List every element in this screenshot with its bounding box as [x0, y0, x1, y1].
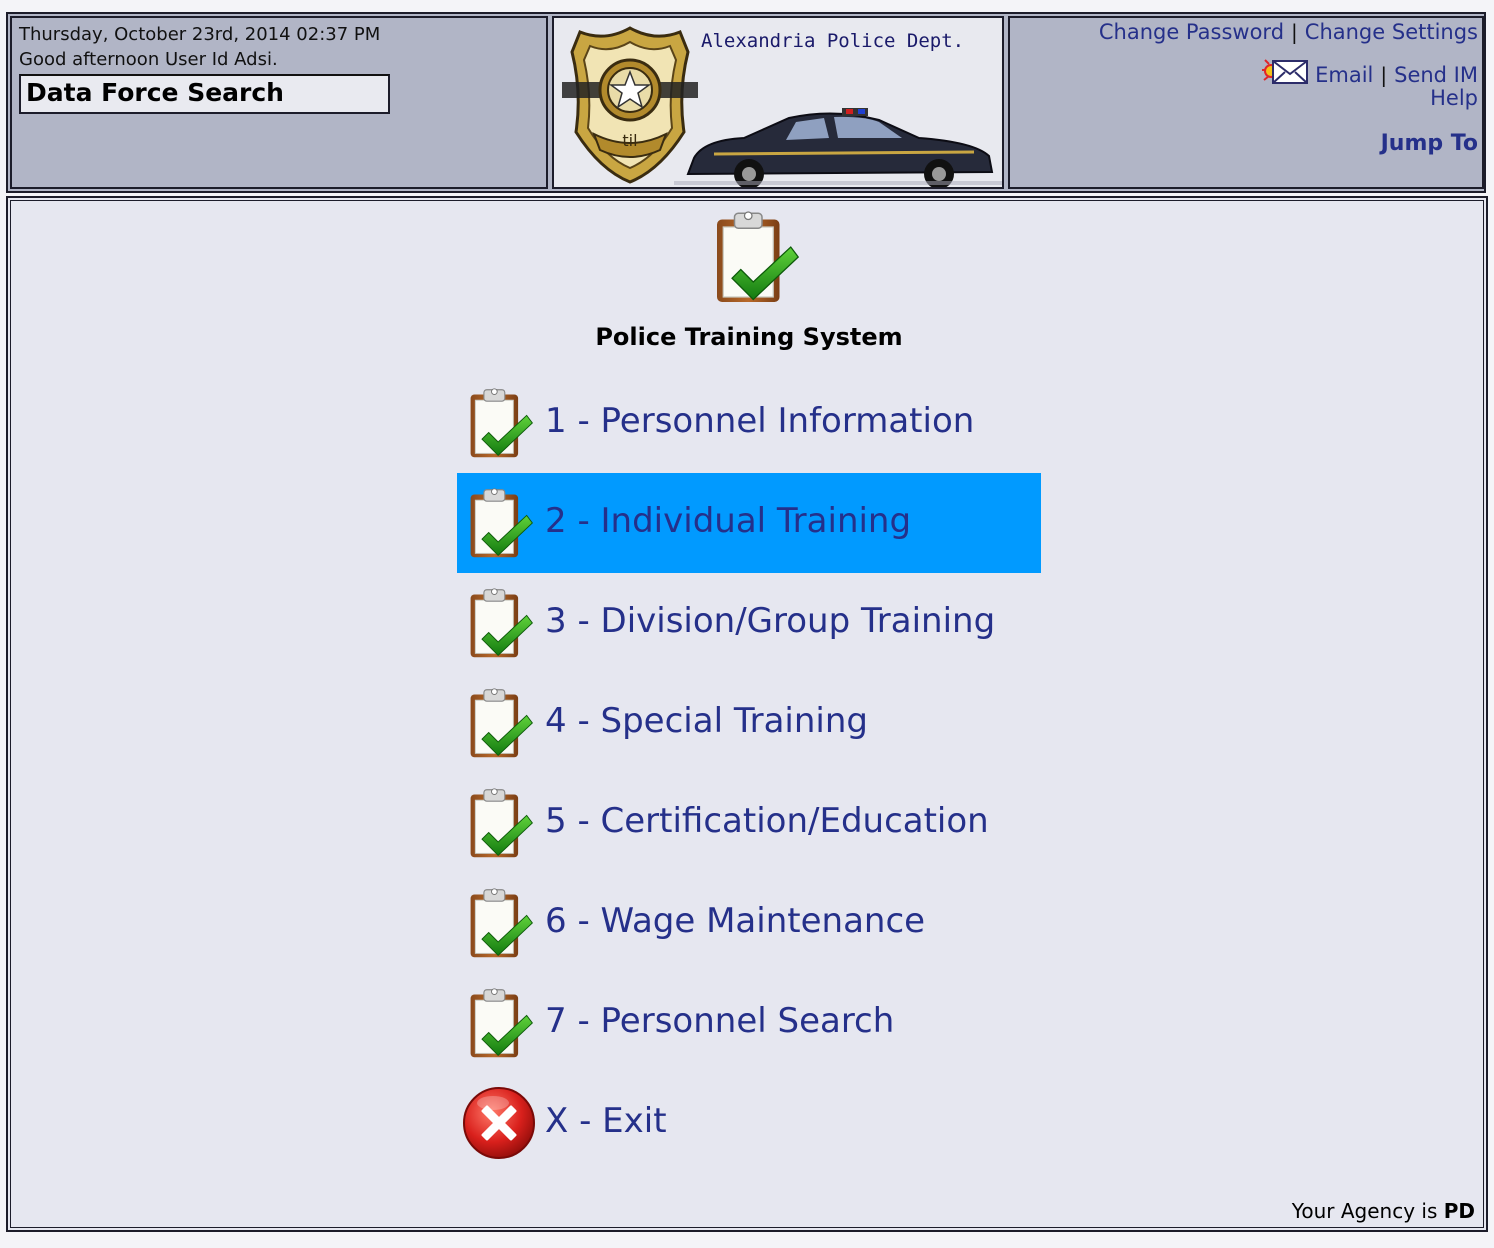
agency-label: Your Agency is: [1291, 1199, 1438, 1223]
clipboard-check-icon: [467, 885, 535, 961]
header-links-panel: Change Password | Change Settings Email | Se…: [1008, 16, 1484, 189]
link-separator: |: [1291, 20, 1298, 44]
header-session-panel: Thursday, October 23rd, 2014 02:37 PM Go…: [10, 16, 548, 189]
main-panel: Police Training System 1 - Personnel Inf…: [6, 196, 1488, 1232]
clipboard-check-icon: [467, 485, 535, 561]
new-mail-icon[interactable]: [1261, 58, 1309, 93]
menu-item-label: 5 - Certification/Education: [545, 801, 989, 841]
system-title: Police Training System: [595, 323, 903, 351]
app-title: Data Force Search: [19, 74, 390, 114]
menu-item-division-group-training[interactable]: 3 - Division/Group Training: [457, 573, 1041, 673]
current-datetime: Thursday, October 23rd, 2014 02:37 PM: [19, 24, 381, 45]
menu-item-label: 1 - Personnel Information: [545, 401, 975, 441]
menu-item-certification-education[interactable]: 5 - Certification/Education: [457, 773, 1041, 873]
send-im-link[interactable]: Send IM: [1394, 63, 1478, 87]
user-greeting: Good afternoon User Id Adsi.: [19, 49, 278, 70]
menu-item-label: 6 - Wage Maintenance: [545, 901, 926, 941]
email-link[interactable]: Email: [1315, 63, 1373, 87]
svg-text:til: til: [622, 131, 637, 150]
menu-item-label: 4 - Special Training: [545, 701, 868, 741]
menu-item-personnel-search[interactable]: 7 - Personnel Search: [457, 973, 1041, 1073]
menu-item-label: 7 - Personnel Search: [545, 1001, 895, 1041]
menu-item-label: X - Exit: [545, 1101, 667, 1141]
help-link[interactable]: Help: [1430, 86, 1478, 110]
clipboard-check-icon: [467, 785, 535, 861]
menu-item-personnel-information[interactable]: 1 - Personnel Information: [457, 373, 1041, 473]
help-row: Help: [1430, 86, 1478, 110]
menu-item-label: 2 - Individual Training: [545, 501, 912, 541]
department-banner: til Alexandria Police Dept.: [552, 16, 1004, 189]
clipboard-check-icon: [467, 685, 535, 761]
clipboard-check-icon: [467, 985, 535, 1061]
jump-to-row: Jump To: [1381, 131, 1478, 156]
menu-item-wage-maintenance[interactable]: 6 - Wage Maintenance: [457, 873, 1041, 973]
police-car-image: [674, 108, 1002, 187]
change-settings-link[interactable]: Change Settings: [1305, 20, 1478, 44]
menu-item-label: 3 - Division/Group Training: [545, 601, 996, 641]
agency-code: PD: [1443, 1199, 1475, 1223]
agency-indicator: Your Agency is PD: [1292, 1199, 1475, 1223]
exit-x-icon: [463, 1087, 535, 1159]
clipboard-check-icon: [467, 585, 535, 661]
main-menu: 1 - Personnel Information 2 - Individual…: [457, 373, 1041, 1173]
menu-item-individual-training[interactable]: 2 - Individual Training: [457, 473, 1041, 573]
clipboard-check-icon: [711, 207, 803, 307]
change-password-link[interactable]: Change Password: [1099, 20, 1284, 44]
link-separator: |: [1380, 63, 1388, 87]
clipboard-check-icon: [467, 385, 535, 461]
account-links: Change Password | Change Settings: [1099, 20, 1478, 44]
header-bar: Thursday, October 23rd, 2014 02:37 PM Go…: [6, 12, 1486, 193]
main-inner-frame: Police Training System 1 - Personnel Inf…: [10, 200, 1484, 1228]
menu-item-special-training[interactable]: 4 - Special Training: [457, 673, 1041, 773]
department-name: Alexandria Police Dept.: [701, 30, 965, 52]
jump-to-link[interactable]: Jump To: [1381, 131, 1478, 156]
menu-item-exit[interactable]: X - Exit: [457, 1073, 1041, 1173]
